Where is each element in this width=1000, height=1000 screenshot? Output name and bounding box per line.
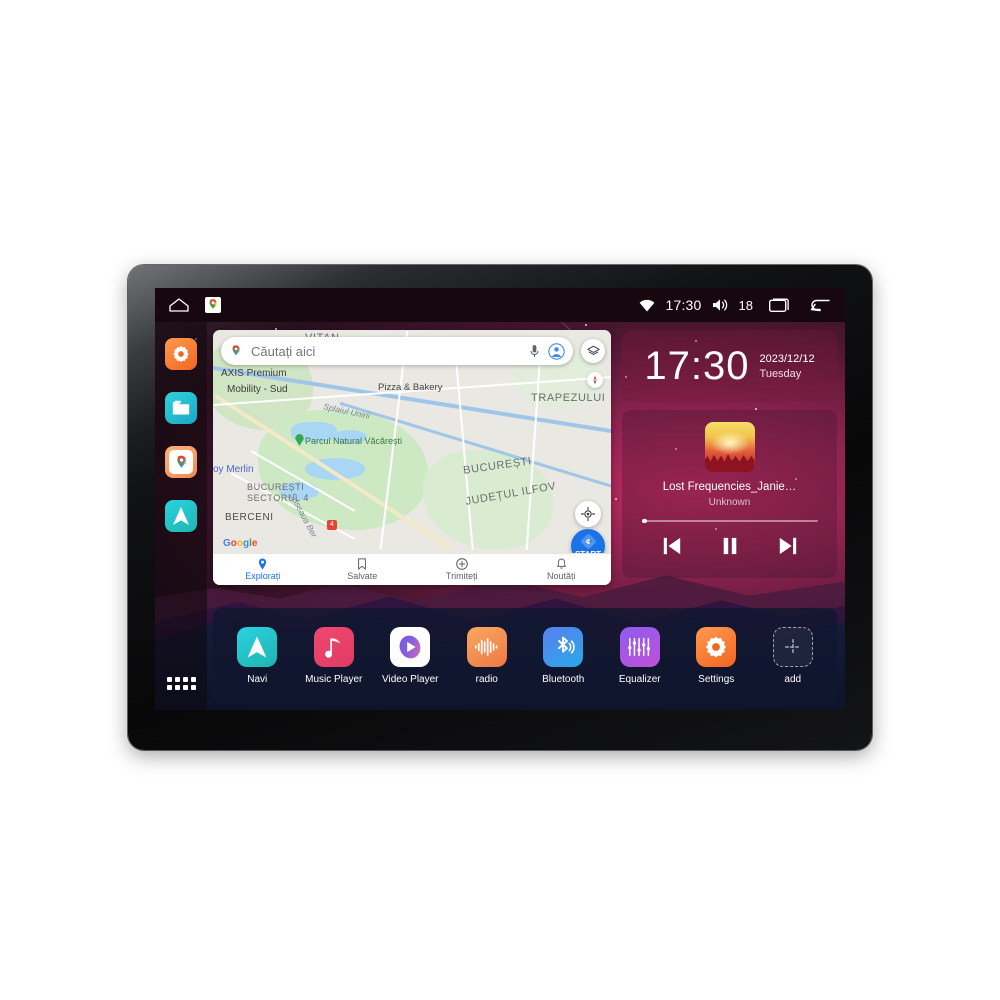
skip-previous-icon[interactable] — [661, 536, 683, 561]
left-app-rail — [155, 322, 207, 710]
map-canvas[interactable]: VITAN AXIS Premium Mobility - Sud Pizza … — [213, 330, 611, 585]
music-note-icon — [313, 627, 354, 667]
track-artist: Unknown — [708, 497, 751, 508]
google-maps-icon — [176, 455, 186, 468]
dock-app-add[interactable]: add — [759, 627, 827, 685]
dock-app-label: Settings — [698, 674, 735, 685]
map-compass-icon[interactable] — [587, 372, 603, 388]
rail-item-files[interactable] — [165, 392, 197, 424]
playback-controls — [642, 536, 818, 561]
map-road-shield: 4 — [327, 520, 337, 530]
dock-app-label: Equalizer — [618, 674, 661, 685]
map-bottom-nav: Explorați Salvate Trimiteți Noutăți — [213, 553, 611, 585]
dock-app-equalizer[interactable]: Equalizer — [606, 627, 674, 685]
my-location-icon — [581, 507, 595, 521]
folder-icon — [172, 400, 190, 415]
map-nav-explore[interactable]: Explorați — [213, 558, 313, 581]
map-label: TRAPEZULUI — [531, 392, 606, 404]
dock-app-radio[interactable]: radio — [453, 627, 521, 685]
map-label: Parcul Natural Văcărești — [305, 436, 403, 446]
video-play-icon — [390, 627, 431, 667]
map-nav-saved[interactable]: Salvate — [313, 558, 413, 581]
gear-icon — [173, 345, 189, 363]
dock-app-video-player[interactable]: Video Player — [376, 627, 444, 685]
volume-icon[interactable] — [712, 298, 729, 312]
album-art-glow — [709, 431, 750, 455]
google-maps-notification-icon[interactable] — [205, 297, 221, 313]
explore-pin-icon — [257, 558, 268, 570]
map-label: oy Merlin — [213, 464, 254, 475]
map-nav-label: Explorați — [245, 571, 281, 581]
dock-app-label: add — [784, 674, 802, 685]
map-search-placeholder[interactable]: Căutați aici — [251, 344, 521, 359]
dock-app-label: radio — [475, 674, 498, 685]
dock-app-label: Navi — [247, 674, 268, 685]
map-nav-contribute[interactable]: Trimiteți — [412, 558, 512, 581]
playback-progress-bar[interactable] — [641, 519, 818, 523]
album-art[interactable] — [704, 422, 755, 472]
google-logo: Google — [223, 538, 258, 549]
dock-app-label: Bluetooth — [542, 674, 585, 685]
gear-icon — [696, 627, 737, 667]
screenshot-root: 17:30 18 AXIS Premium Mobility - Sud Piz… — [0, 0, 1000, 1000]
dock-app-music-player[interactable]: Music Player — [300, 627, 368, 685]
map-label: AXIS Premium — [221, 368, 287, 379]
car-head-unit-device: 17:30 18 AXIS Premium Mobility - Sud Piz… — [128, 265, 872, 750]
add-plus-icon — [772, 627, 813, 667]
dock-app-navi[interactable]: Navi — [223, 627, 291, 685]
map-nav-label: Salvate — [347, 571, 378, 581]
contribute-plus-icon — [455, 558, 468, 570]
map-label: BERCENI — [225, 512, 274, 523]
equalizer-sliders-icon — [619, 627, 660, 667]
rail-item-settings[interactable] — [165, 338, 197, 370]
google-maps-widget[interactable]: VITAN AXIS Premium Mobility - Sud Pizza … — [213, 330, 611, 585]
radio-waveform-icon — [466, 627, 507, 667]
dock-app-label: Video Player — [381, 674, 439, 685]
map-search-bar[interactable]: Căutați aici — [221, 337, 573, 365]
status-bar-time: 17:30 — [665, 297, 702, 313]
map-label: Mobility - Sud — [227, 384, 288, 395]
home-content: VITAN AXIS Premium Mobility - Sud Pizza … — [207, 322, 845, 710]
pause-icon[interactable] — [721, 536, 739, 561]
map-my-location-button[interactable] — [575, 501, 601, 527]
map-nav-updates[interactable]: Noutăți — [512, 558, 612, 581]
rail-item-navi[interactable] — [165, 500, 197, 532]
rail-item-google-maps[interactable] — [165, 446, 197, 478]
google-maps-pin-icon — [229, 344, 243, 358]
playback-progress-fill — [641, 519, 647, 523]
map-nav-label: Noutăți — [546, 571, 576, 581]
bell-icon — [556, 558, 567, 570]
app-dock: Navi Music Player Video Player radio Blu… — [213, 608, 837, 704]
map-nav-label: Trimiteți — [445, 571, 478, 581]
device-screen: 17:30 18 AXIS Premium Mobility - Sud Piz… — [155, 288, 845, 710]
navigation-arrow-icon — [173, 507, 189, 525]
dock-app-bluetooth[interactable]: Bluetooth — [529, 627, 597, 685]
clock-widget[interactable]: 17:30 2023/12/12 Tuesday — [622, 330, 837, 402]
clock-date: 2023/12/12 — [759, 352, 815, 365]
recents-icon[interactable] — [769, 298, 791, 312]
volume-level: 18 — [738, 297, 753, 313]
skip-next-icon[interactable] — [777, 536, 799, 561]
navigation-arrow-icon — [237, 627, 278, 667]
dock-app-label: Music Player — [305, 674, 363, 685]
track-title: Lost Frequencies_Janie… — [662, 481, 797, 493]
music-player-widget[interactable]: Lost Frequencies_Janie… Unknown — [622, 410, 837, 578]
clock-time: 17:30 — [644, 344, 750, 388]
bluetooth-icon — [543, 627, 584, 667]
account-icon[interactable] — [548, 342, 565, 360]
microphone-icon[interactable] — [529, 344, 540, 359]
navigation-start-icon — [580, 533, 596, 549]
map-label: Pizza & Bakery — [378, 382, 443, 393]
app-drawer-icon[interactable] — [166, 677, 196, 690]
layers-icon — [586, 345, 600, 355]
bookmark-icon — [357, 558, 367, 570]
wifi-icon — [639, 299, 655, 312]
status-bar: 17:30 18 — [155, 288, 845, 322]
map-layers-button[interactable] — [581, 339, 605, 363]
dock-app-settings[interactable]: Settings — [682, 627, 750, 685]
back-icon[interactable] — [809, 298, 831, 313]
clock-weekday: Tuesday — [759, 367, 802, 380]
home-icon[interactable] — [169, 298, 189, 312]
